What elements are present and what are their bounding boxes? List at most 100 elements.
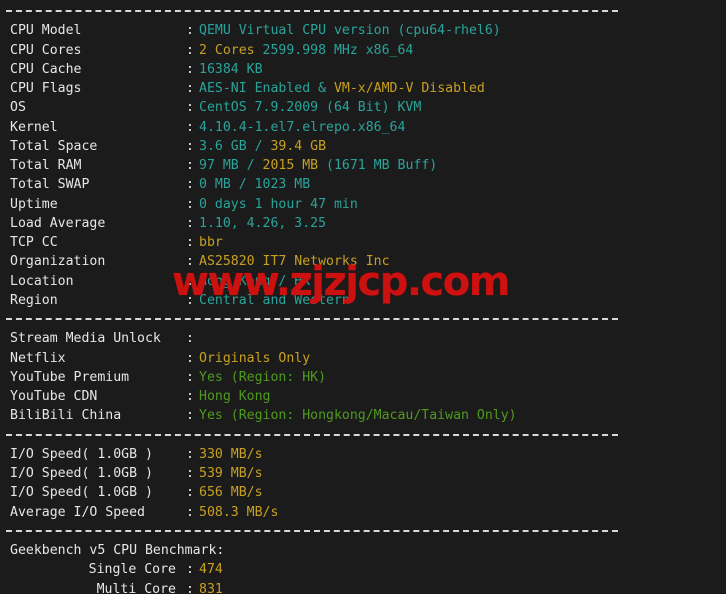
row-label: Stream Media Unlock xyxy=(10,331,161,347)
separator-rule xyxy=(6,529,618,532)
value-segment: 656 MB/s xyxy=(199,485,263,501)
row-label: Total Space xyxy=(10,138,98,154)
row-value: 4.10.4-1.el7.elrepo.x86_64 xyxy=(199,120,405,135)
value-segment: Originals Only xyxy=(199,350,311,366)
row-value: Hong Kong xyxy=(199,389,270,404)
output-row: I/O Speed( 1.0GB ):656 MB/s xyxy=(0,483,726,502)
output-row: I/O Speed( 1.0GB ):330 MB/s xyxy=(0,445,726,464)
value-segment: 0 MB / 1023 MB xyxy=(199,177,311,193)
row-label: Location xyxy=(10,273,74,289)
output-row: CPU Flags: AES-NI Enabled & VM-x/AMD-V Di… xyxy=(0,79,726,98)
row-label: Total RAM xyxy=(10,158,82,173)
row-label: TCP CC xyxy=(10,235,58,250)
row-value: Central and Western xyxy=(199,293,350,308)
separator-rule xyxy=(6,318,618,320)
separator-line xyxy=(0,2,726,21)
row-colon: : xyxy=(186,350,194,366)
value-segment: Central and Western xyxy=(199,292,350,308)
row-value: 2 Cores 2599.998 MHz x86_64 xyxy=(199,43,413,58)
value-segment: 508.3 MB/s xyxy=(199,504,279,520)
row-label: BiliBili China xyxy=(10,408,122,424)
value-segment: 474 xyxy=(199,562,223,578)
output-row: Organization: AS25820 IT7 Networks Inc xyxy=(0,252,726,271)
row-value: 3.6 GB / 39.4 GB xyxy=(199,139,326,154)
row-colon: : xyxy=(186,292,194,308)
row-label: Netflix xyxy=(10,350,66,366)
row-colon: : xyxy=(186,331,194,347)
row-label: Uptime xyxy=(10,196,58,212)
value-segment: 97 MB xyxy=(199,158,239,173)
row-value: Yes (Region: HK) xyxy=(199,370,326,385)
row-colon: : xyxy=(186,389,194,404)
separator-line xyxy=(0,522,726,541)
separator-rule xyxy=(6,433,618,436)
section-heading: Geekbench v5 CPU Benchmark: xyxy=(0,541,726,560)
value-segment: Hong Kong / HK xyxy=(199,273,311,289)
row-label: I/O Speed( 1.0GB ) xyxy=(10,446,153,462)
row-label: Average I/O Speed xyxy=(10,504,145,520)
value-segment: / xyxy=(238,158,263,173)
row-value: 474 xyxy=(199,562,223,577)
row-colon: : xyxy=(186,196,194,212)
row-label: Organization xyxy=(10,254,106,270)
row-colon: : xyxy=(186,81,194,96)
row-value: 539 MB/s xyxy=(199,466,263,481)
row-colon: : xyxy=(186,61,194,77)
row-label: I/O Speed( 1.0GB ) xyxy=(10,466,153,481)
value-segment: 2015 MB xyxy=(262,158,319,173)
terminal-output: CPU Model: QEMU Virtual CPU version (cpu6… xyxy=(0,0,726,594)
value-segment: 2599.998 MHz x86_64 xyxy=(254,42,414,58)
row-colon: : xyxy=(186,408,194,424)
value-segment: / xyxy=(246,138,271,154)
row-label: Total SWAP xyxy=(10,177,90,193)
row-label: Kernel xyxy=(10,119,58,135)
row-value: 831 xyxy=(199,582,223,594)
value-segment: bbr xyxy=(199,235,223,250)
output-row: CPU Cores:2 Cores 2599.998 MHz x86_64 xyxy=(0,41,726,60)
value-segment: Hong Kong xyxy=(199,389,271,404)
row-colon: : xyxy=(186,504,194,520)
output-row: Load Average:1.10, 4.26, 3.25 xyxy=(0,214,726,233)
value-segment: VM-x/AMD-V Disabled xyxy=(333,81,485,96)
row-colon: : xyxy=(186,42,194,58)
row-colon: : xyxy=(186,215,194,231)
row-label: Region xyxy=(10,292,58,308)
output-row: Average I/O Speed:508.3 MB/s xyxy=(0,503,726,522)
value-segment: 3.6 GB xyxy=(199,138,247,154)
value-segment: CentOS 7.9.2009 (64 Bit) KVM xyxy=(199,100,422,116)
output-row: Uptime:0 days 1 hour 47 min xyxy=(0,195,726,214)
output-row: CPU Cache:16384 KB xyxy=(0,60,726,79)
output-row: Netflix: Originals Only xyxy=(0,349,726,368)
output-row: Region: Central and Western xyxy=(0,291,726,310)
row-value: 0 MB / 1023 MB xyxy=(199,177,310,192)
section-heading-text: Geekbench v5 CPU Benchmark: xyxy=(10,543,225,558)
value-segment: & xyxy=(310,81,334,96)
value-segment: (1671 MB Buff) xyxy=(318,158,438,173)
row-value: QEMU Virtual CPU version (cpu64-rhel6) xyxy=(199,23,501,38)
value-segment: Yes (Region: Hongkong/Macau/Taiwan Only) xyxy=(199,408,517,424)
row-label: CPU Model xyxy=(10,23,82,39)
row-label: CPU Flags xyxy=(10,81,82,96)
output-row: BiliBili China: Yes (Region: Hongkong/Mac… xyxy=(0,406,726,425)
row-colon: : xyxy=(186,446,194,462)
row-label: OS xyxy=(10,100,26,116)
row-colon: : xyxy=(186,235,194,250)
output-row: Single Core:474 xyxy=(0,560,726,579)
row-label: YouTube CDN xyxy=(10,389,98,404)
row-colon: : xyxy=(186,581,194,594)
row-value: AES-NI Enabled & VM-x/AMD-V Disabled xyxy=(199,81,485,96)
output-row: YouTube Premium: Yes (Region: HK) xyxy=(0,368,726,387)
row-colon: : xyxy=(186,138,194,154)
row-colon: : xyxy=(186,158,194,173)
value-segment: 831 xyxy=(199,581,223,594)
output-row: Total Space:3.6 GB / 39.4 GB xyxy=(0,137,726,156)
row-label: CPU Cache xyxy=(10,61,82,77)
row-value: 1.10, 4.26, 3.25 xyxy=(199,216,326,231)
value-segment: QEMU Virtual CPU version (cpu64-rhel6) xyxy=(199,23,501,39)
value-segment: 330 MB/s xyxy=(199,446,263,462)
row-label: YouTube Premium xyxy=(10,369,130,385)
separator-line xyxy=(0,310,726,329)
row-label: Multi Core xyxy=(96,581,176,594)
row-colon: : xyxy=(186,562,194,578)
row-colon: : xyxy=(186,23,194,39)
